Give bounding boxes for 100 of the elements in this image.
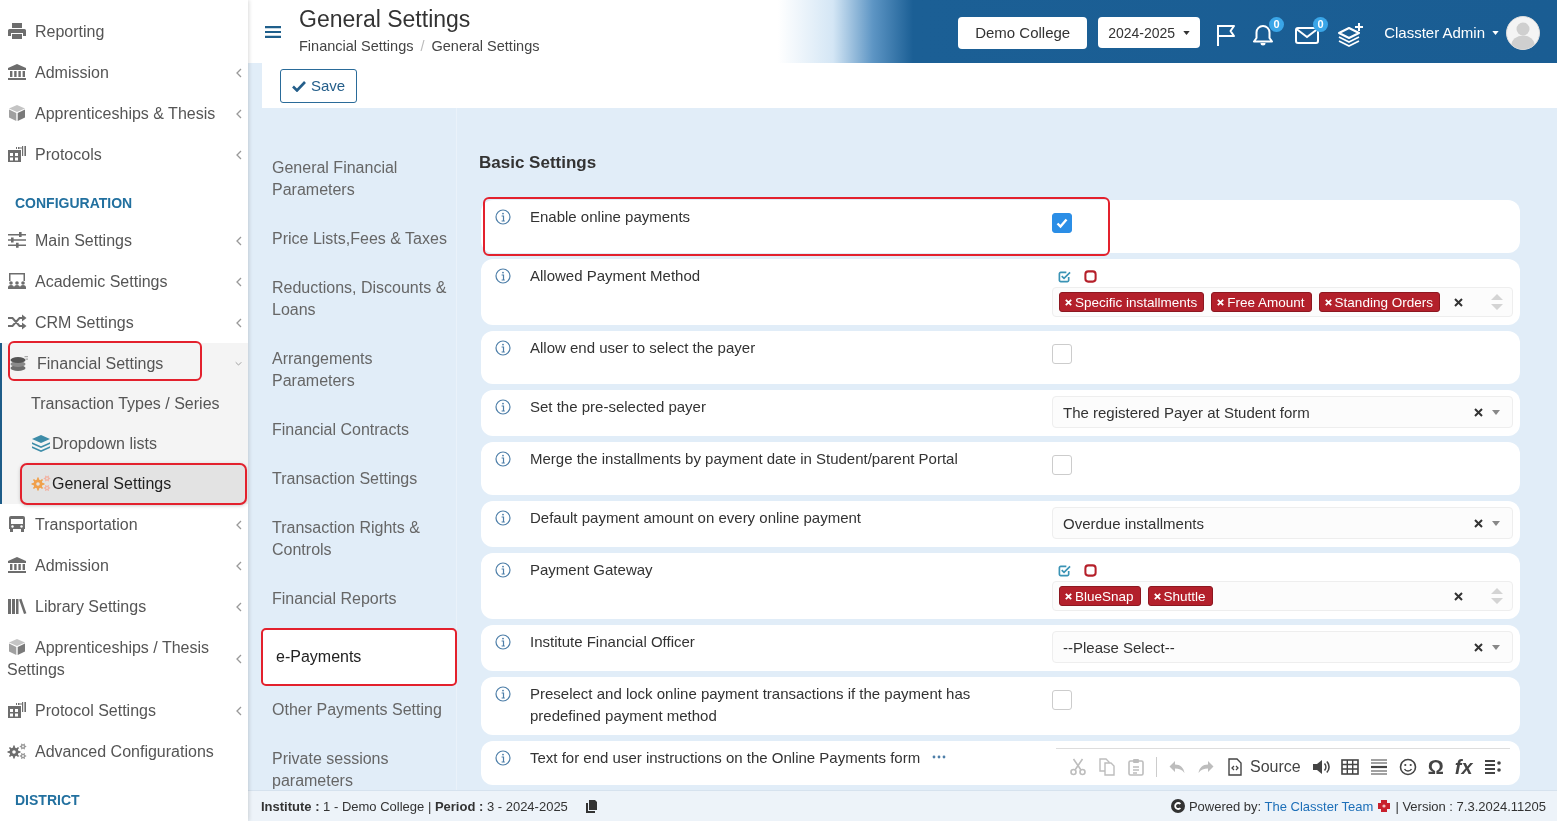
clear-icon[interactable]	[1454, 297, 1463, 307]
tag-chip[interactable]: Shuttle	[1147, 586, 1213, 606]
info-icon	[495, 562, 511, 578]
toolbar-button[interactable]	[1340, 758, 1359, 776]
toolbar-button[interactable]: Source	[1226, 758, 1301, 776]
menu-icon[interactable]	[265, 24, 281, 39]
checkbox[interactable]	[1052, 344, 1072, 364]
breadcrumb-item[interactable]: Financial Settings	[299, 38, 414, 55]
checkbox[interactable]	[1052, 455, 1072, 475]
select-field[interactable]: --Please Select--	[1052, 631, 1513, 663]
sidebar-item[interactable]: Transportation	[0, 504, 248, 545]
sliders-icon	[7, 230, 27, 249]
paste-icon	[1127, 758, 1145, 776]
tag-chip[interactable]: Standing Orders	[1318, 292, 1440, 312]
year-dropdown[interactable]: 2024-2025	[1098, 17, 1201, 48]
sidebar-item[interactable]: Advanced Configurations	[0, 731, 248, 772]
sidebar-item[interactable]: Apprenticeships & Thesis	[0, 93, 248, 134]
sidebar-item[interactable]: Admission	[0, 52, 248, 93]
copyright-icon	[1170, 799, 1185, 813]
settings-nav-item[interactable]: Other Payments Setting	[262, 685, 456, 734]
setting-label: Set the pre-selected payer	[530, 398, 706, 415]
copy-icon	[1098, 758, 1116, 776]
multiselect-field[interactable]: Specific installments Free Amount Standing Orders	[1052, 287, 1513, 317]
settings-nav-item[interactable]: Arrangements Parameters	[262, 334, 456, 405]
toolbar-button[interactable]	[1369, 758, 1388, 776]
bus-icon	[7, 514, 27, 533]
clear-icon[interactable]	[1474, 518, 1483, 528]
version-text: | Version : 7.3.2024.11205	[1395, 798, 1546, 814]
check-icon	[292, 79, 306, 92]
info-icon	[495, 686, 511, 702]
layers-plus-icon[interactable]	[1338, 22, 1365, 47]
multiselect-field[interactable]: BlueSnap Shuttle	[1052, 581, 1513, 611]
info-icon	[495, 451, 511, 467]
check-square-icon[interactable]	[1058, 269, 1071, 283]
calendar-icon	[7, 700, 27, 719]
settings-nav-item[interactable]: e-Payments	[262, 629, 456, 685]
setting-label: Allow end user to select the payer	[530, 339, 756, 356]
setting-label: Preselect and lock online payment transactions if the payment has predefined payment method	[530, 685, 971, 724]
spinner-icon	[1490, 587, 1504, 605]
table-icon	[1340, 758, 1359, 776]
info-icon	[495, 209, 511, 225]
settings-nav-item[interactable]: Financial Contracts	[262, 405, 456, 454]
breadcrumb-item: General Settings	[431, 38, 540, 55]
toolbar-button[interactable]	[1483, 758, 1502, 776]
submenu-item[interactable]: Transaction Types / Series	[21, 384, 246, 424]
clear-icon[interactable]	[1474, 407, 1483, 417]
more-icon[interactable]	[932, 755, 947, 759]
settings-nav-item[interactable]: Price Lists,Fees & Taxes	[262, 214, 456, 263]
info-icon	[495, 510, 511, 526]
checkbox[interactable]	[1052, 213, 1072, 233]
sidebar-item[interactable]: Library Settings	[0, 586, 248, 627]
checkbox[interactable]	[1052, 690, 1072, 710]
sidebar-item[interactable]: Academic Settings	[0, 261, 248, 302]
square-icon[interactable]	[1084, 269, 1097, 283]
institute-period-text: Institute : 1 - Demo College | Period : 3 - 2024-2025	[261, 798, 568, 814]
submenu-item[interactable]: General Settings	[21, 464, 246, 504]
list-icon	[1483, 758, 1502, 776]
select-field[interactable]: The registered Payer at Student form	[1052, 396, 1513, 428]
settings-nav-item[interactable]: General Financial Parameters	[262, 143, 456, 214]
sidebar-item[interactable]: CRM Settings	[0, 302, 248, 343]
breadcrumb-separator: /	[420, 38, 425, 55]
toolbar-button[interactable]: fx	[1454, 757, 1473, 777]
tag-chip[interactable]: Free Amount	[1211, 292, 1312, 312]
team-link[interactable]: The Classter Team	[1264, 798, 1374, 814]
copy-icon[interactable]	[585, 799, 597, 813]
sidebar-item[interactable]: Admission	[0, 545, 248, 586]
clear-icon[interactable]	[1474, 642, 1483, 652]
select-field[interactable]: Overdue installments	[1052, 507, 1513, 539]
user-menu[interactable]: Classter Admin	[1384, 24, 1499, 41]
tag-chip[interactable]: BlueSnap	[1059, 586, 1141, 606]
setting-label: Allowed Payment Method	[530, 267, 701, 284]
caret-icon	[1183, 30, 1191, 35]
info-icon	[495, 750, 511, 766]
avatar-icon[interactable]	[1506, 15, 1540, 50]
sidebar-item[interactable]: Protocol Settings	[0, 690, 248, 731]
settings-nav-item[interactable]: Financial Reports	[262, 574, 456, 623]
info-icon	[495, 340, 511, 356]
toolbar-button[interactable]	[1311, 758, 1330, 776]
sidebar-item[interactable]: Financial Settings	[2, 343, 248, 384]
submenu-item[interactable]: Dropdown lists	[21, 424, 246, 464]
square-icon[interactable]	[1084, 563, 1097, 577]
settings-nav-item[interactable]: Private sessions parameters	[262, 734, 456, 790]
check-square-icon[interactable]	[1058, 563, 1071, 577]
toolbar-button[interactable]: Ω	[1427, 757, 1444, 777]
sidebar-item[interactable]: Reporting	[0, 11, 248, 52]
sidebar-item[interactable]: Apprenticeships / Thesis Settings	[0, 627, 248, 690]
sidebar-item[interactable]: Protocols	[0, 134, 248, 175]
section-heading: DISTRICT	[14, 791, 81, 810]
institution-button[interactable]: Demo College	[958, 16, 1088, 49]
books-icon	[7, 596, 27, 615]
save-button[interactable]: Save	[280, 68, 358, 103]
tag-chip[interactable]: Specific installments	[1059, 292, 1205, 312]
settings-nav-item[interactable]: Transaction Settings	[262, 454, 456, 503]
setting-label: Payment Gateway	[530, 561, 653, 578]
caret-icon	[1492, 409, 1500, 415]
toolbar-button[interactable]	[1398, 758, 1417, 776]
sidebar-item[interactable]: Main Settings	[0, 220, 248, 261]
clear-icon[interactable]	[1454, 591, 1463, 601]
settings-nav-item[interactable]: Transaction Rights & Controls	[262, 503, 456, 574]
settings-nav-item[interactable]: Reductions, Discounts & Loans	[262, 263, 456, 334]
